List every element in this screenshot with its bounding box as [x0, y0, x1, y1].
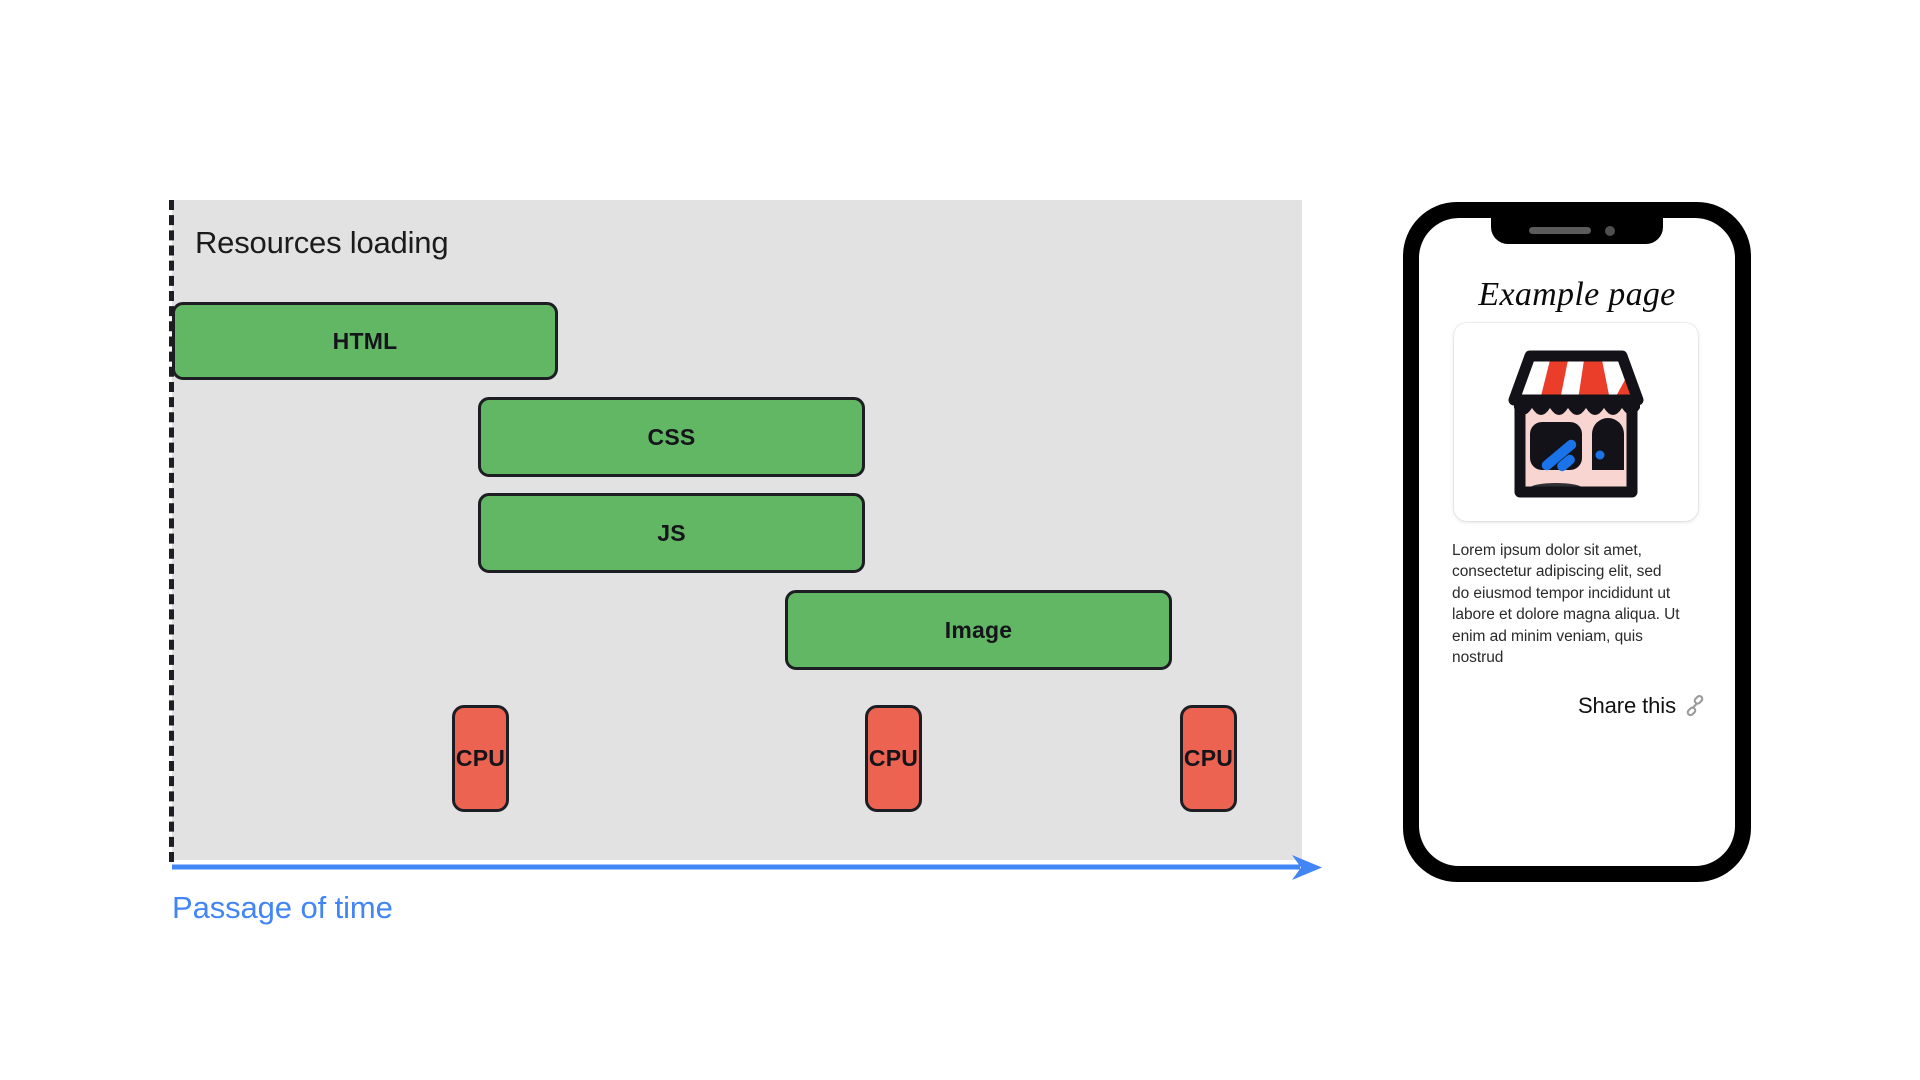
storefront-illustration-icon: [1508, 350, 1644, 498]
page-title: Example page: [1478, 276, 1676, 313]
body-paragraph: Lorem ipsum dolor sit amet, consectetur …: [1452, 542, 1680, 666]
resource-bar-css: CSS: [478, 397, 865, 477]
share-this-label: Share this: [1577, 693, 1676, 718]
phone-mockup: Example page Lorem ipsum dolor sit amet,…: [1403, 202, 1751, 882]
timeline-diagram: Resources loading HTML CSS JS Image CPU CPU C…: [0, 0, 1360, 1000]
front-camera-icon: [1605, 226, 1615, 236]
passage-of-time-label: Passage of time: [172, 890, 393, 925]
hero-image-card: [1454, 323, 1698, 521]
phone-screen: Example page Lorem ipsum dolor sit amet,…: [1419, 218, 1735, 866]
cpu-marker-2: CPU: [865, 705, 922, 812]
phone-notch: [1491, 218, 1663, 244]
resource-bar-js: JS: [478, 493, 865, 573]
cpu-marker-3: CPU: [1180, 705, 1237, 812]
link-chain-icon[interactable]: [1683, 694, 1707, 718]
start-time-dashed-line: [169, 200, 174, 862]
panel-title: Resources loading: [195, 225, 449, 260]
resource-bar-html: HTML: [172, 302, 558, 380]
earpiece-speaker-icon: [1529, 227, 1591, 234]
cpu-marker-1: CPU: [452, 705, 509, 812]
share-this-row[interactable]: Share this: [1578, 693, 1707, 719]
resource-bar-image: Image: [785, 590, 1172, 670]
passage-of-time-arrow: [172, 855, 1322, 880]
